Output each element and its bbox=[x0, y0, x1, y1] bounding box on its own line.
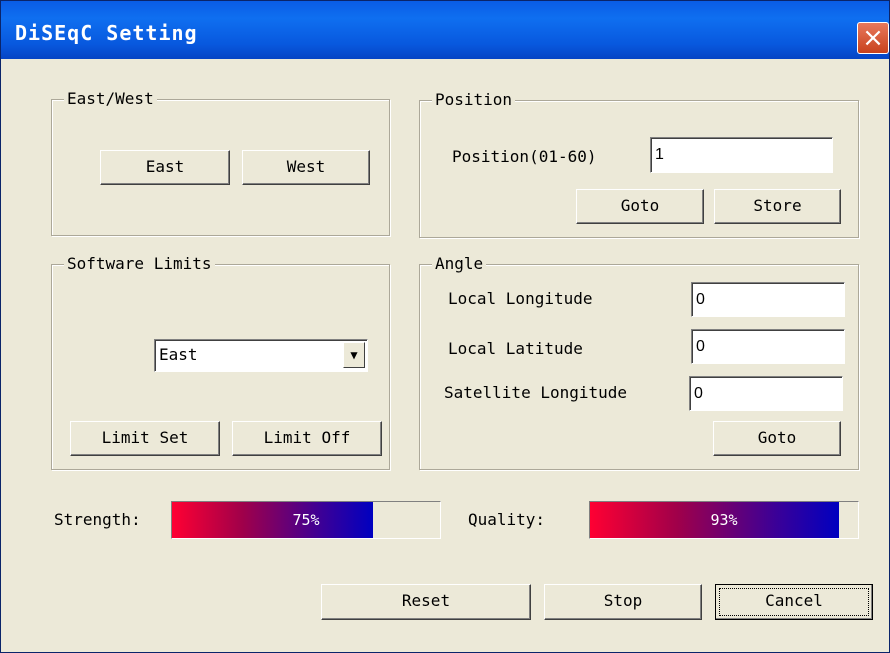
angle-goto-button[interactable]: Goto bbox=[713, 421, 841, 456]
local-longitude-label: Local Longitude bbox=[448, 289, 593, 308]
window-title: DiSEqC Setting bbox=[15, 21, 198, 45]
limit-set-button[interactable]: Limit Set bbox=[70, 421, 220, 456]
quality-percent: 93% bbox=[710, 511, 738, 529]
strength-label: Strength: bbox=[54, 510, 141, 529]
position-group: Position Position(01-60) Goto Store bbox=[419, 89, 859, 238]
west-button[interactable]: West bbox=[242, 150, 370, 185]
direction-select-value: East bbox=[159, 345, 198, 364]
east-west-group: East/West East West bbox=[51, 88, 390, 236]
store-button[interactable]: Store bbox=[714, 189, 841, 224]
title-bar[interactable]: DiSEqC Setting × bbox=[1, 1, 889, 59]
position-goto-button[interactable]: Goto bbox=[576, 189, 704, 224]
east-button[interactable]: East bbox=[100, 150, 230, 185]
reset-button[interactable]: Reset bbox=[321, 584, 531, 620]
limit-off-button[interactable]: Limit Off bbox=[232, 421, 382, 456]
position-input[interactable] bbox=[650, 137, 833, 173]
satellite-longitude-label: Satellite Longitude bbox=[444, 383, 628, 402]
east-west-legend: East/West bbox=[64, 88, 157, 110]
position-field-label: Position(01-60) bbox=[452, 147, 597, 166]
stop-button[interactable]: Stop bbox=[544, 584, 702, 620]
local-longitude-input[interactable] bbox=[691, 282, 845, 317]
cancel-button[interactable]: Cancel bbox=[715, 584, 873, 620]
quality-label: Quality: bbox=[468, 510, 546, 529]
diseqc-dialog: DiSEqC Setting × East/West East West Pos… bbox=[0, 0, 890, 653]
satellite-longitude-input[interactable] bbox=[689, 376, 843, 411]
quality-bar: 93% bbox=[589, 501, 859, 539]
local-latitude-input[interactable] bbox=[691, 329, 845, 364]
software-limits-legend: Software Limits bbox=[64, 253, 215, 275]
angle-group: Angle Local Longitude Local Latitude Sat… bbox=[419, 253, 859, 470]
chevron-down-icon[interactable]: ▼ bbox=[343, 342, 365, 368]
position-legend: Position bbox=[432, 89, 516, 111]
strength-percent: 75% bbox=[292, 511, 320, 529]
close-icon[interactable]: × bbox=[857, 22, 889, 54]
software-limits-group: Software Limits East ▼ Limit Set Limit O… bbox=[51, 253, 390, 470]
direction-select[interactable]: East ▼ bbox=[154, 339, 368, 372]
strength-bar: 75% bbox=[171, 501, 441, 539]
angle-legend: Angle bbox=[432, 253, 487, 275]
local-latitude-label: Local Latitude bbox=[448, 339, 583, 358]
